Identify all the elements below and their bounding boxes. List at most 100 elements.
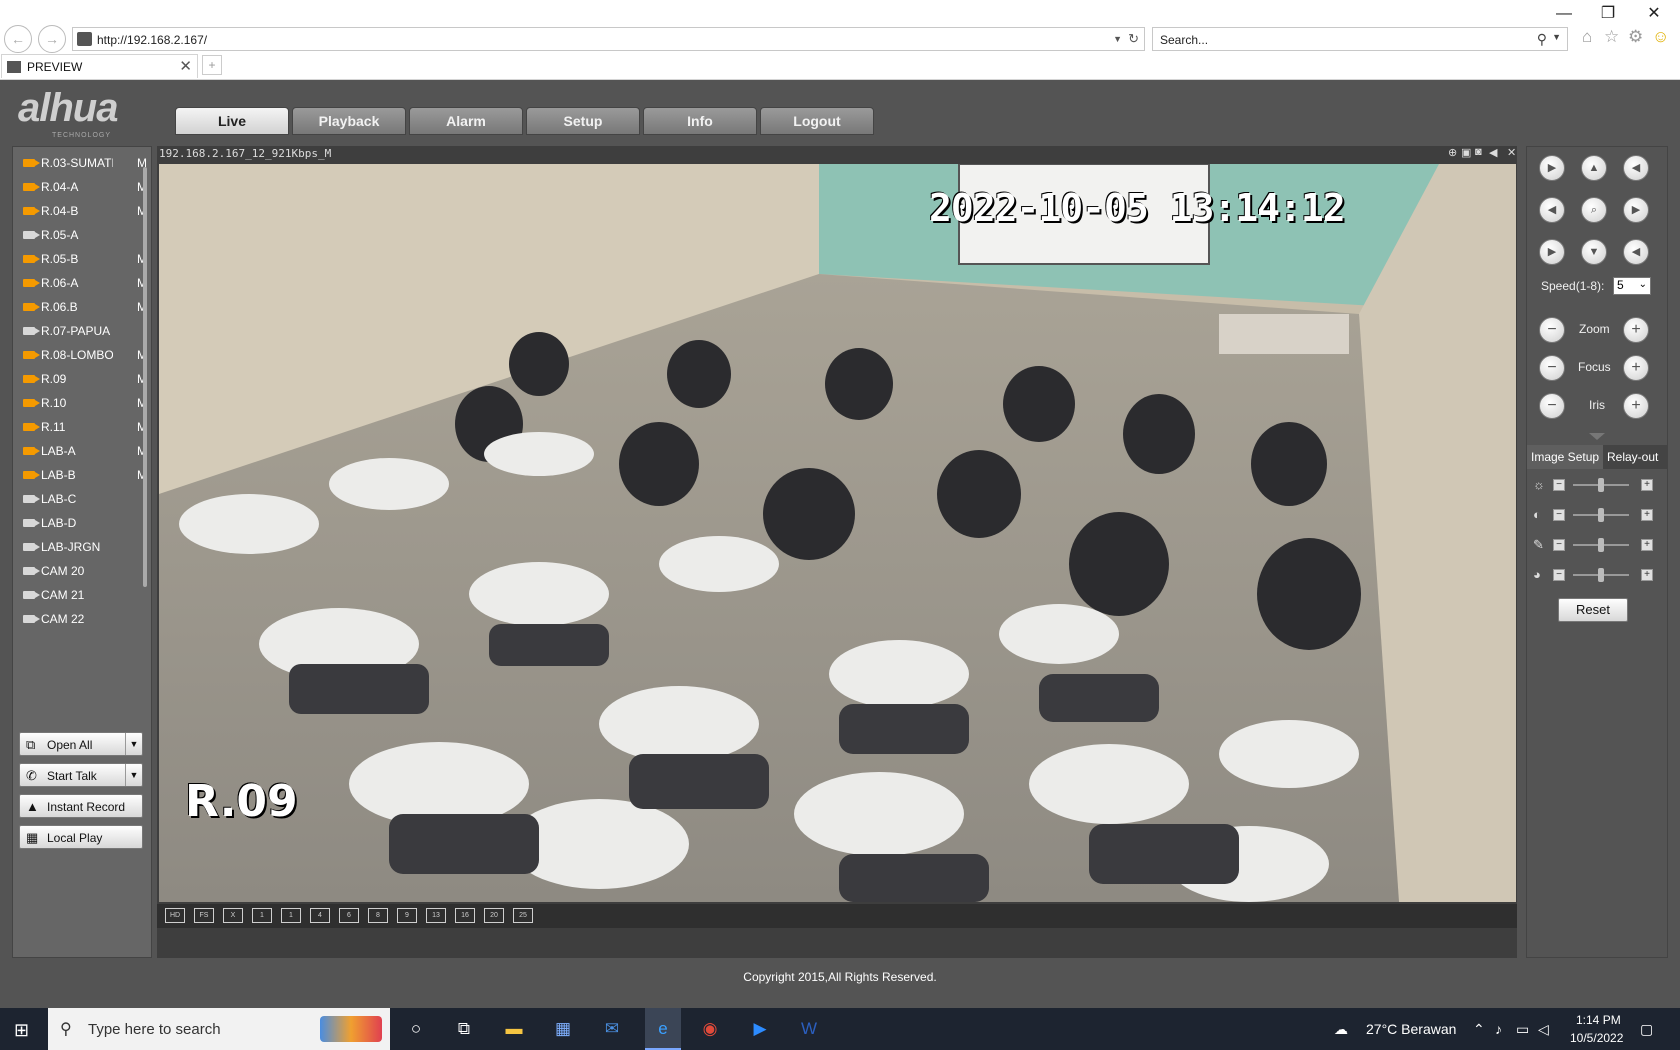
weather-cloud-icon[interactable]: ☁ [1334, 1021, 1348, 1038]
layout-button[interactable]: 25 [513, 908, 533, 923]
camera-list-item[interactable]: CAM 20 [21, 561, 149, 581]
focus-out-button[interactable]: − [1539, 355, 1565, 381]
ptz-left-button[interactable]: ◀ [1539, 197, 1565, 223]
tab-playback[interactable]: Playback [292, 107, 406, 135]
ptz-center-zoom-button[interactable]: ⌕ [1581, 197, 1607, 223]
internet-explorer-icon[interactable]: e [645, 1008, 681, 1050]
layout-button[interactable]: 9 [397, 908, 417, 923]
slider-decrease-button[interactable]: − [1553, 509, 1565, 521]
slider-track[interactable] [1573, 568, 1629, 582]
slider-thumb[interactable] [1598, 568, 1604, 582]
collapse-arrow-icon[interactable] [1589, 433, 1605, 440]
mail-icon[interactable]: ✉ [600, 1017, 624, 1041]
volume-icon[interactable]: ◁ [1538, 1021, 1549, 1038]
refresh-icon[interactable]: ↻ [1128, 31, 1139, 47]
camera-list-item[interactable]: R.05-A [21, 225, 149, 245]
tab-relay-out[interactable]: Relay-out [1603, 445, 1662, 469]
slider-track[interactable] [1573, 538, 1629, 552]
instant-record-button[interactable]: ▲ Instant Record [19, 794, 143, 818]
zoom-in-button[interactable]: + [1623, 317, 1649, 343]
camera-list-item[interactable]: LAB-JRGN [21, 537, 149, 557]
restore-button[interactable]: ❐ [1588, 2, 1628, 26]
file-explorer-icon[interactable]: ▬ [502, 1017, 526, 1041]
taskbar-date[interactable]: 10/5/2022 [1570, 1031, 1623, 1045]
close-video-icon[interactable]: ✕ [1507, 146, 1516, 159]
camera-list-item[interactable]: R.06-A M [21, 273, 149, 293]
home-icon[interactable]: ⌂ [1582, 27, 1592, 47]
settings-gear-icon[interactable]: ⚙ [1628, 27, 1643, 47]
slider-decrease-button[interactable]: − [1553, 479, 1565, 491]
camera-list-item[interactable]: R.05-B M [21, 249, 149, 269]
layout-button[interactable]: 4 [310, 908, 330, 923]
camera-list-item[interactable]: CAM 22 [21, 609, 149, 623]
microphone-icon[interactable]: ♪ [1495, 1021, 1502, 1037]
layout-button[interactable]: X [223, 908, 243, 923]
camera-list[interactable]: R.03-SUMATERAM R.04-AM R.04-BM R.05-A R.05-B… [15, 149, 149, 623]
windows-start-icon[interactable]: ⊞ [14, 1020, 29, 1041]
browser-tab-preview[interactable]: PREVIEW ✕ [1, 54, 198, 78]
cortana-icon[interactable]: ○ [404, 1017, 428, 1041]
tab-close-icon[interactable]: ✕ [179, 57, 192, 75]
browser-search-box[interactable]: Search... ⚲ ▼ [1152, 27, 1568, 51]
slider-decrease-button[interactable]: − [1553, 539, 1565, 551]
smiley-feedback-icon[interactable]: ☺ [1652, 27, 1669, 47]
ptz-down-right-button[interactable]: ◀ [1623, 239, 1649, 265]
layout-button[interactable]: 20 [484, 908, 504, 923]
iris-open-button[interactable]: + [1623, 393, 1649, 419]
zoom-app-icon[interactable]: ▶ [748, 1017, 772, 1041]
back-button[interactable]: ← [4, 25, 32, 53]
camera-list-item[interactable]: R.10 M [21, 393, 149, 413]
camera-list-item[interactable]: R.11 M [21, 417, 149, 437]
slider-decrease-button[interactable]: − [1553, 569, 1565, 581]
tab-info[interactable]: Info [643, 107, 757, 135]
minimize-button[interactable]: — [1544, 2, 1584, 26]
taskbar-time[interactable]: 1:14 PM [1576, 1013, 1621, 1027]
tab-image-setup[interactable]: Image Setup [1527, 445, 1604, 469]
slider-track[interactable] [1573, 508, 1629, 522]
slider-track[interactable] [1573, 478, 1629, 492]
ptz-down-left-button[interactable]: ▶ [1539, 239, 1565, 265]
camera-list-item[interactable]: LAB-A M [21, 441, 149, 461]
record-icon[interactable]: ▣ [1461, 146, 1471, 159]
tab-setup[interactable]: Setup [526, 107, 640, 135]
word-icon[interactable]: W [797, 1017, 821, 1041]
layout-button[interactable]: 16 [455, 908, 475, 923]
slider-increase-button[interactable]: + [1641, 479, 1653, 491]
focus-in-button[interactable]: + [1623, 355, 1649, 381]
open-all-dropdown-icon[interactable]: ▼ [125, 733, 142, 755]
zoom-in-icon[interactable]: ⊕ [1448, 146, 1457, 159]
local-play-button[interactable]: ▦ Local Play [19, 825, 143, 849]
address-bar[interactable]: http://192.168.2.167/ ▼ ↻ [72, 27, 1145, 51]
favorites-star-icon[interactable]: ☆ [1604, 27, 1619, 47]
camera-list-item[interactable]: R.07-PAPUA [21, 321, 149, 341]
ptz-up-left-button[interactable]: ▶ [1539, 155, 1565, 181]
layout-button[interactable]: FS [194, 908, 214, 923]
notifications-icon[interactable]: ▢ [1640, 1021, 1653, 1038]
camera-list-scrollbar[interactable] [143, 167, 147, 587]
camera-list-item[interactable]: R.04-A M [21, 177, 149, 197]
slider-increase-button[interactable]: + [1641, 509, 1653, 521]
open-all-button[interactable]: ⧉ Open All ▼ [19, 732, 143, 756]
camera-list-item[interactable]: CAM 21 [21, 585, 149, 605]
camera-list-item[interactable]: R.04-B M [21, 201, 149, 221]
layout-button[interactable]: 6 [339, 908, 359, 923]
close-window-button[interactable]: ✕ [1634, 2, 1674, 26]
snapshot-icon[interactable]: ◙ [1475, 146, 1482, 158]
speed-select[interactable]: 5 ⌄ [1613, 277, 1651, 295]
layout-button[interactable]: 1 [281, 908, 301, 923]
reset-button[interactable]: Reset [1558, 598, 1628, 622]
slider-thumb[interactable] [1598, 538, 1604, 552]
taskbar-search-box[interactable]: ⚲ Type here to search [48, 1008, 390, 1050]
ptz-up-button[interactable]: ▲ [1581, 155, 1607, 181]
layout-button[interactable]: 8 [368, 908, 388, 923]
camera-list-item[interactable]: R.06.B M [21, 297, 149, 317]
network-icon[interactable]: ▭ [1516, 1021, 1529, 1038]
chrome-icon[interactable]: ◉ [698, 1017, 722, 1041]
camera-list-item[interactable]: R.08-LOMBOKM [21, 345, 149, 365]
slider-increase-button[interactable]: + [1641, 539, 1653, 551]
layout-button[interactable]: 13 [426, 908, 446, 923]
ptz-right-button[interactable]: ▶ [1623, 197, 1649, 223]
zoom-out-button[interactable]: − [1539, 317, 1565, 343]
slider-increase-button[interactable]: + [1641, 569, 1653, 581]
start-talk-button[interactable]: ✆ Start Talk ▼ [19, 763, 143, 787]
